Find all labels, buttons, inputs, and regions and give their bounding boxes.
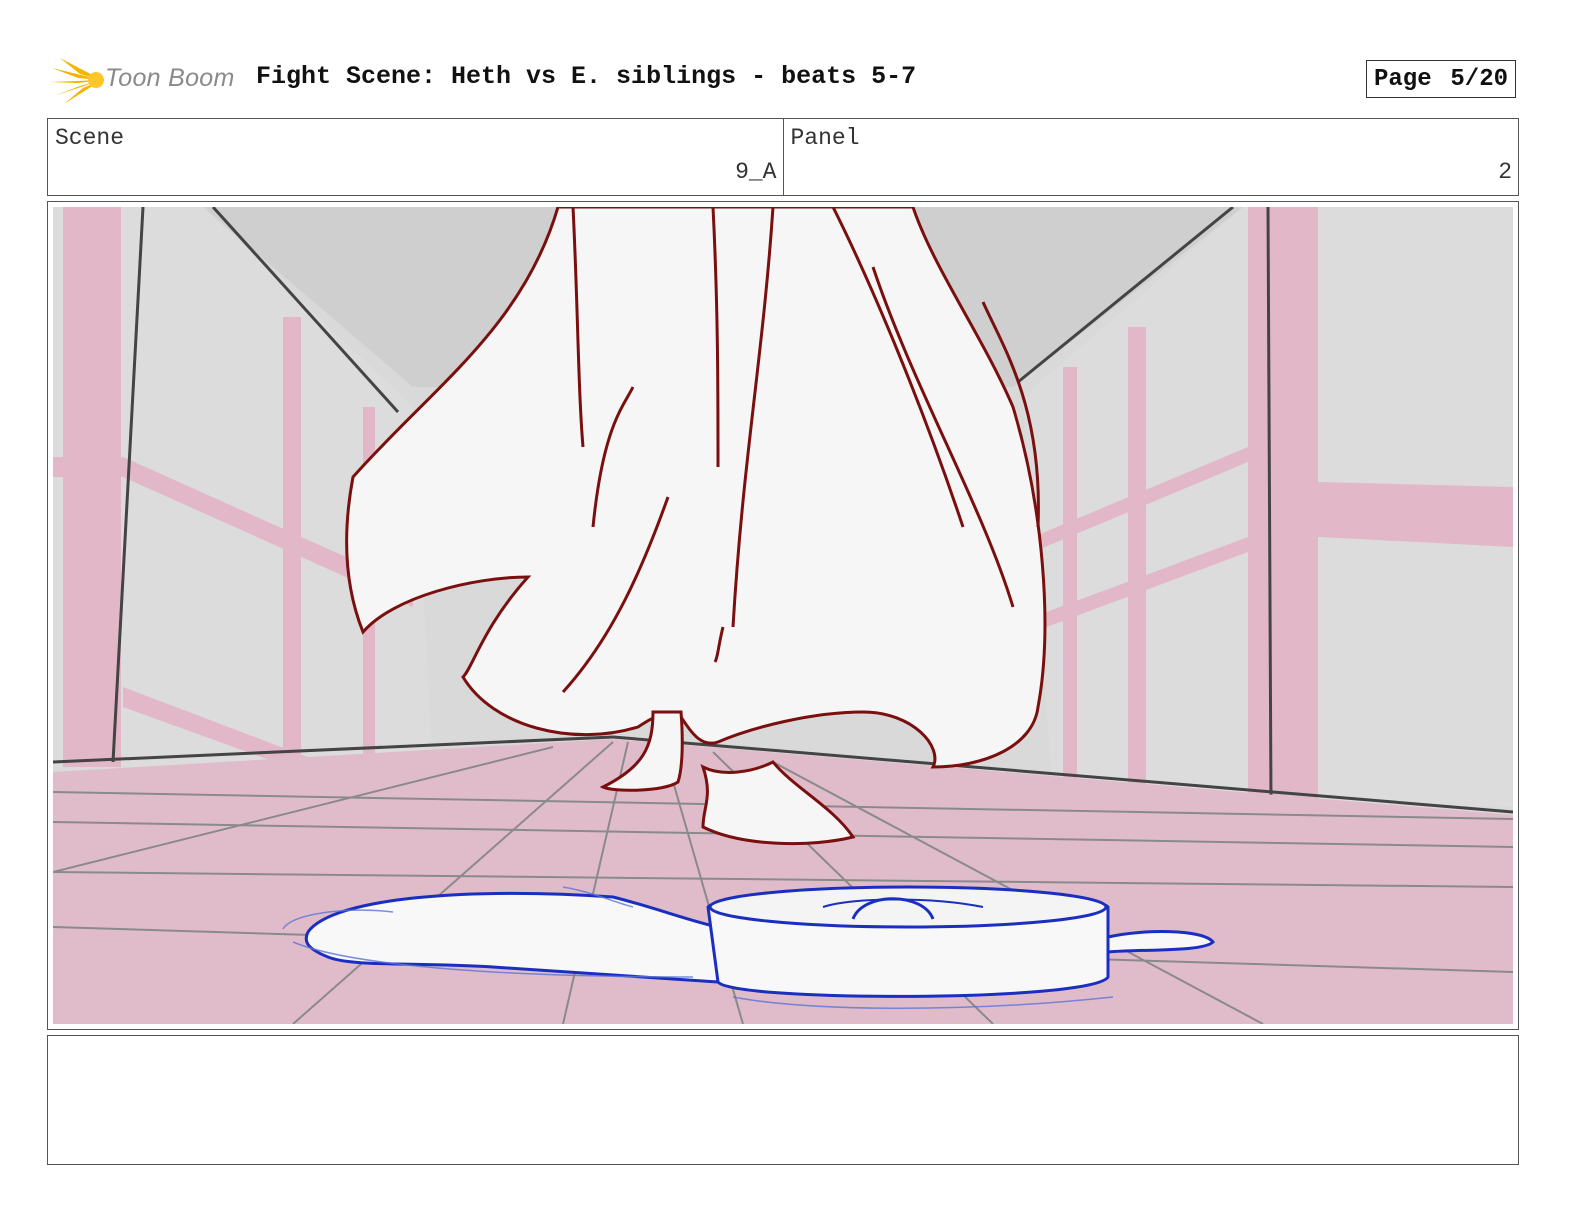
scene-panel-info: Scene 9_A Panel 2 [47, 118, 1519, 196]
logo-text: Toon Boom [105, 64, 235, 92]
page-value: 5/20 [1450, 65, 1508, 93]
page-label: Page [1374, 65, 1432, 93]
panel-cell: Panel 2 [782, 119, 1519, 195]
scene-label: Scene [55, 125, 125, 151]
storyboard-drawing [53, 207, 1513, 1024]
scene-value: 9_A [735, 159, 777, 185]
page-indicator: Page 5/20 [1366, 60, 1516, 98]
document-title: Fight Scene: Heth vs E. siblings - beats… [256, 62, 917, 91]
scene-cell: Scene 9_A [48, 119, 783, 195]
panel-value: 2 [1498, 159, 1512, 185]
panel-label: Panel [790, 125, 860, 151]
storyboard-panel [47, 201, 1519, 1030]
panel-notes [47, 1035, 1519, 1165]
